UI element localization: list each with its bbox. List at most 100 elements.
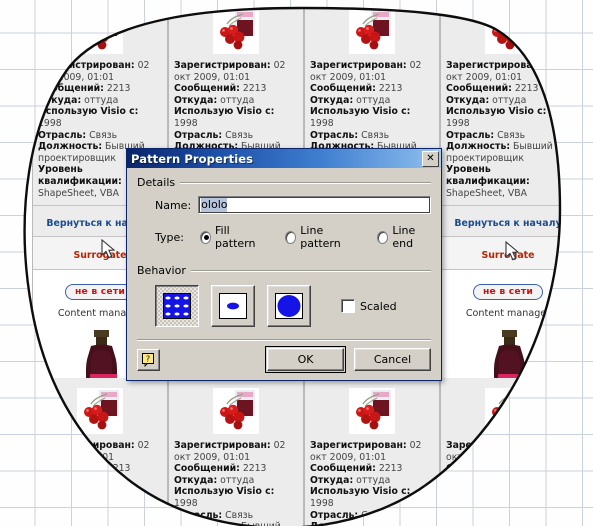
status-badge: не в сети [473,284,543,300]
scaled-checkbox-wrapper[interactable]: Scaled [341,299,397,313]
radio-fill-pattern[interactable]: Fill pattern [199,224,263,250]
position-value: Бывший проектировщик [38,521,145,526]
industry-value: Связь [89,129,118,141]
radio-line-pattern[interactable]: Line pattern [285,224,355,250]
name-input-value: ololo [201,198,228,212]
ok-button[interactable]: OK [265,346,346,373]
avatar-berries-icon [349,8,395,54]
from-value: оттуда [84,94,119,106]
registered-label: Зарегистрирован: [174,440,271,451]
posts-value: 2213 [242,463,267,475]
posts-label: Сообщений: [446,463,512,475]
back-to-top-row: Вернуться к началу [577,205,593,236]
from-label: Откуда: [582,94,593,106]
dialog-separator [137,339,431,340]
position-label: Должность: [310,521,374,526]
from-label: Откуда: [174,474,218,486]
position-value: Бывший проектировщик [582,152,593,164]
avatar-berries-icon [77,8,123,54]
details-group-rule [180,182,431,183]
cancel-button[interactable]: Cancel [354,348,431,371]
profile-name-row: Surrogate [441,236,575,270]
dialog-title-bar[interactable]: Pattern Properties ✕ [127,149,441,168]
stretch-pattern-button[interactable] [211,285,255,327]
behavior-buttons-row: Scaled [155,285,431,327]
from-value: оттуда [220,94,255,106]
visio-label: Использую Visio с: [174,486,275,498]
visio-label: Использую Visio с: [310,486,411,498]
behavior-group: Behavior Scaled [137,264,431,327]
radio-line-pattern-label: Line pattern [300,224,341,250]
profile-role: Content manager [441,304,575,324]
industry-label: Отрасль: [582,129,593,141]
svg-text:?: ? [145,354,149,363]
posts-label: Сообщений: [582,83,593,95]
from-label: Откуда: [310,94,354,106]
name-input[interactable]: ololo [198,196,431,214]
skill-value: ShapeSheet, VBA [446,187,527,199]
help-button[interactable]: ? [137,348,160,371]
radio-fill-pattern-icon [199,230,212,244]
from-label: Откуда: [310,474,354,486]
profile-info: Зарегистрирован: 02 окт 2009, 01:01Сообщ… [577,436,593,526]
industry-label: Отрасль: [174,509,223,521]
registered-value: 02 окт 2009, 01:01 [582,71,593,83]
forum-profile-row-bottom: Зарегистрирован: 02 окт 2009, 01:01 Сообщ… [32,378,593,526]
tile-pattern-icon [163,293,191,319]
industry-value: Связь [361,509,390,521]
profile-avatar-top [577,0,593,56]
profile-info: Зарегистрирован: 02 окт 2009, 01:01Сообщ… [577,56,593,205]
from-label: Откуда: [446,474,490,486]
avatar-berries-icon [485,388,531,434]
posts-label: Сообщений: [174,463,240,475]
posts-label: Сообщений: [174,83,240,95]
tile-pattern-button[interactable] [155,285,199,327]
type-label: Type: [155,230,184,244]
behavior-group-header: Behavior [137,264,431,277]
position-label: Должность: [582,141,591,153]
profile-info: Зарегистрирован: 02 окт 2009, 01:01Сообщ… [33,436,167,526]
registered-label: Зарегистрирован: [174,60,271,71]
profile-avatar-top [169,378,303,436]
radio-line-end[interactable]: Line end [377,224,431,250]
back-to-top-link[interactable]: Вернуться к началу [454,218,561,229]
scale-pattern-button[interactable] [267,285,311,327]
scaled-checkbox[interactable] [341,299,355,313]
skill-label: Уровень квалификации: [582,164,593,187]
profile-avatar-top [305,378,439,436]
posts-value: 2213 [378,83,403,95]
close-icon[interactable]: ✕ [422,150,439,167]
profile-avatar-top [441,378,575,436]
scale-pattern-icon [275,293,303,319]
industry-value: Связь [497,129,526,141]
scaled-label: Scaled [360,299,397,313]
profile-user-name: Surrogate [73,250,127,262]
profile-info: Зарегистрирован: 02 окт 2009, 01:01Сообщ… [441,56,575,205]
avatar-berries-icon [77,388,123,434]
pattern-properties-dialog: Pattern Properties ✕ Details Name: ololo… [126,148,442,381]
industry-label: Отрасль: [310,509,359,521]
profile-user-name: Surrogate [481,250,535,262]
radio-line-pattern-icon [285,230,297,244]
forum-profile-column: Зарегистрирован: 02 окт 2009, 01:01Сообщ… [32,378,168,526]
forum-profile-column: Зарегистрирован: 02 окт 2009, 01:01Сообщ… [576,0,593,430]
profile-avatar-top [33,0,167,56]
name-label: Name: [155,198,192,212]
visio-label: Использую Visio с: [582,106,593,118]
from-label: Откуда: [446,94,490,106]
skill-label: Уровень квалификации: [446,164,530,187]
skill-value: ShapeSheet, VBA [582,187,593,199]
dialog-title: Pattern Properties [131,151,254,166]
from-value: оттуда [84,474,119,486]
registered-label: Зарегистрирован: [310,440,407,451]
industry-label: Отрасль: [446,129,495,141]
industry-label: Отрасль: [174,129,223,141]
forum-profile-column: Зарегистрирован: 02 окт 2009, 01:01Сообщ… [440,0,576,430]
status-badge: не в сети [65,284,135,300]
industry-value: Связь [225,129,254,141]
visio-value: 1998 [174,117,198,129]
profile-status-row: не в сети [577,270,593,304]
profile-avatar-top [33,378,167,436]
industry-label: Отрасль: [310,129,359,141]
posts-value: 2213 [242,83,267,95]
